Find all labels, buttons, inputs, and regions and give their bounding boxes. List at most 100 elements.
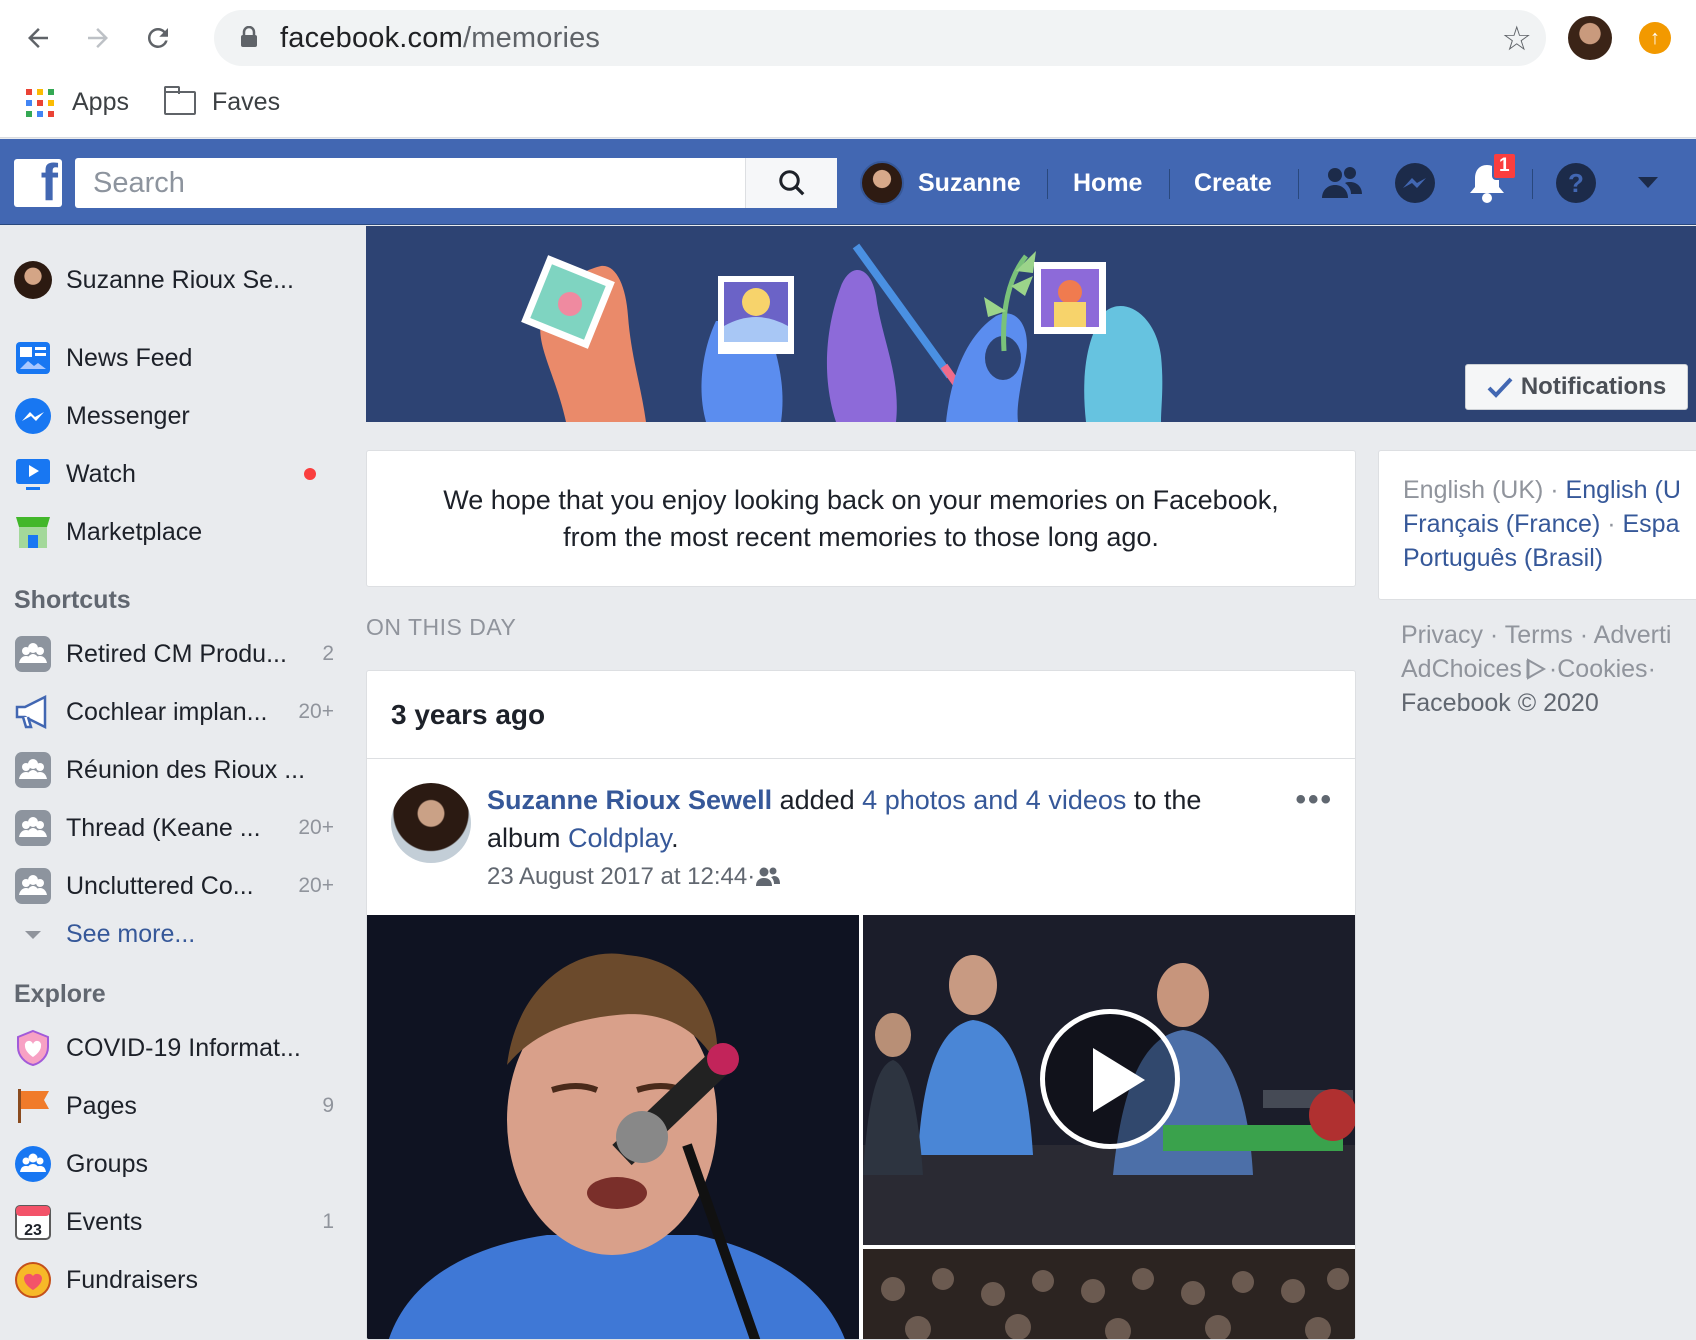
divider [1047, 169, 1048, 199]
sidebar-item-pages[interactable]: Pages 9 [14, 1082, 334, 1130]
shortcut-item[interactable]: Cochlear implan... 20+ [14, 688, 334, 736]
left-sidebar: Suzanne Rioux Se... News Feed Messenger … [0, 226, 340, 1328]
search-box [75, 158, 837, 208]
memory-post-card: 3 years ago Suzanne Rioux Sewell added 4… [366, 670, 1356, 1340]
footer-link-adchoices[interactable]: AdChoices [1401, 652, 1522, 686]
address-bar[interactable]: facebook.com/memories ☆ [214, 10, 1546, 66]
pages-flag-icon [18, 1089, 49, 1123]
groups-icon [15, 1146, 51, 1182]
language-link[interactable]: Espa [1622, 510, 1679, 538]
explore-heading: Explore [14, 980, 106, 1008]
watch-icon [16, 459, 50, 490]
shortcuts-heading: Shortcuts [14, 586, 131, 614]
sidebar-item-messenger[interactable]: Messenger [14, 392, 334, 440]
sidebar-item-watch[interactable]: Watch [14, 450, 334, 498]
sidebar-item-groups[interactable]: Groups [14, 1140, 334, 1188]
divider [1532, 169, 1533, 199]
covid-heart-icon [17, 1029, 49, 1067]
post-photo[interactable] [367, 915, 859, 1339]
forward-icon[interactable] [78, 18, 118, 58]
post-photo[interactable] [863, 1249, 1355, 1339]
bookmarks-bar: Apps Faves [0, 74, 1696, 138]
sidebar-item-marketplace[interactable]: Marketplace [14, 508, 334, 556]
group-icon [15, 636, 51, 672]
shortcut-item[interactable]: Retired CM Produ... 2 [14, 630, 334, 678]
back-icon[interactable] [18, 18, 58, 58]
play-icon[interactable] [1040, 1009, 1180, 1149]
see-more-shortcuts[interactable]: See more... [14, 920, 195, 949]
divider [1169, 169, 1170, 199]
sidebar-item-events[interactable]: 23 Events 1 [14, 1198, 334, 1246]
bookmark-star-icon[interactable]: ☆ [1502, 19, 1532, 59]
update-icon[interactable]: ↑ [1639, 22, 1671, 54]
checkmark-icon [1487, 377, 1513, 398]
create-link[interactable]: Create [1194, 163, 1272, 203]
url-text: facebook.com/memories [280, 22, 601, 54]
footer-link-privacy[interactable]: Privacy [1401, 621, 1483, 649]
avatar [860, 161, 904, 205]
unread-dot [304, 468, 316, 480]
chevron-down-icon [25, 930, 41, 939]
sidebar-item-fundraisers[interactable]: Fundraisers [14, 1256, 334, 1304]
notifications-settings-button[interactable]: Notifications [1465, 364, 1688, 410]
footer-link-advertising[interactable]: Adverti [1594, 621, 1672, 649]
search-input[interactable] [75, 158, 743, 208]
post-meta: 23 August 2017 at 12:44 · [487, 863, 781, 891]
folder-icon [164, 85, 196, 115]
post-author-link[interactable]: Suzanne Rioux Sewell [487, 785, 772, 815]
shortcut-item[interactable]: Réunion des Rioux ... [14, 746, 334, 794]
fundraisers-icon [15, 1262, 51, 1298]
language-link[interactable]: Português (Brasil) [1403, 544, 1603, 572]
copyright-text: Facebook © 2020 [1401, 689, 1599, 717]
on-this-day-label: ON THIS DAY [366, 614, 517, 640]
search-button[interactable] [745, 158, 837, 208]
footer-links: Privacy · Terms · Adverti AdChoices · Co… [1401, 618, 1696, 720]
facebook-header: f Suzanne Home Create ? [0, 139, 1696, 225]
language-link[interactable]: Français (France) [1403, 510, 1600, 538]
reload-icon[interactable] [138, 18, 178, 58]
group-icon [15, 810, 51, 846]
news-feed-icon [16, 342, 50, 374]
notifications-badge: 1 [1492, 152, 1517, 180]
account-menu-chevron-icon[interactable] [1626, 161, 1670, 205]
help-icon[interactable]: ? [1554, 161, 1598, 205]
friend-requests-icon[interactable] [1320, 161, 1364, 205]
bookmark-faves[interactable]: Faves [164, 85, 280, 117]
footer-link-cookies[interactable]: Cookies [1557, 652, 1647, 686]
footer-link-terms[interactable]: Terms [1505, 621, 1573, 649]
group-icon [15, 752, 51, 788]
svg-text:23: 23 [24, 1222, 42, 1239]
browser-profile-avatar[interactable] [1568, 16, 1612, 60]
language-selector-card: English (UK) · English (U Français (Fran… [1378, 450, 1696, 600]
browser-toolbar: facebook.com/memories ☆ ↑ [0, 0, 1696, 74]
search-icon [778, 170, 804, 196]
profile-link[interactable]: Suzanne [860, 161, 1021, 205]
home-link[interactable]: Home [1073, 163, 1142, 203]
memory-card-title: 3 years ago [367, 671, 1355, 759]
bookmark-apps[interactable]: Apps [26, 88, 129, 117]
post-timestamp-link[interactable]: 23 August 2017 at 12:44 [487, 863, 747, 891]
shortcut-item[interactable]: Thread (Keane ... 20+ [14, 804, 334, 852]
post-options-icon[interactable]: ••• [1295, 783, 1333, 817]
group-icon [15, 868, 51, 904]
friends-audience-icon[interactable] [755, 866, 781, 888]
svg-text:?: ? [1568, 168, 1584, 198]
shortcut-item[interactable]: Uncluttered Co... 20+ [14, 862, 334, 910]
avatar [14, 261, 52, 299]
post-video[interactable] [863, 915, 1355, 1245]
marketplace-icon [16, 517, 50, 548]
sidebar-item-news-feed[interactable]: News Feed [14, 334, 334, 382]
divider [1298, 169, 1299, 199]
post-album-link[interactable]: Coldplay [568, 823, 671, 853]
crowd-photo [863, 1249, 1355, 1339]
apps-grid-icon [26, 88, 54, 117]
language-link[interactable]: English (U [1566, 476, 1681, 504]
intro-text: We hope that you enjoy looking back on y… [443, 484, 1279, 552]
avatar[interactable] [391, 783, 471, 863]
facebook-logo-icon[interactable]: f [14, 159, 62, 207]
adchoices-icon[interactable] [1525, 657, 1549, 681]
messenger-icon[interactable] [1393, 161, 1437, 205]
post-media-link[interactable]: 4 photos and 4 videos [862, 785, 1126, 815]
sidebar-item-covid[interactable]: COVID-19 Informat... [14, 1024, 334, 1072]
sidebar-profile[interactable]: Suzanne Rioux Se... [14, 256, 334, 304]
